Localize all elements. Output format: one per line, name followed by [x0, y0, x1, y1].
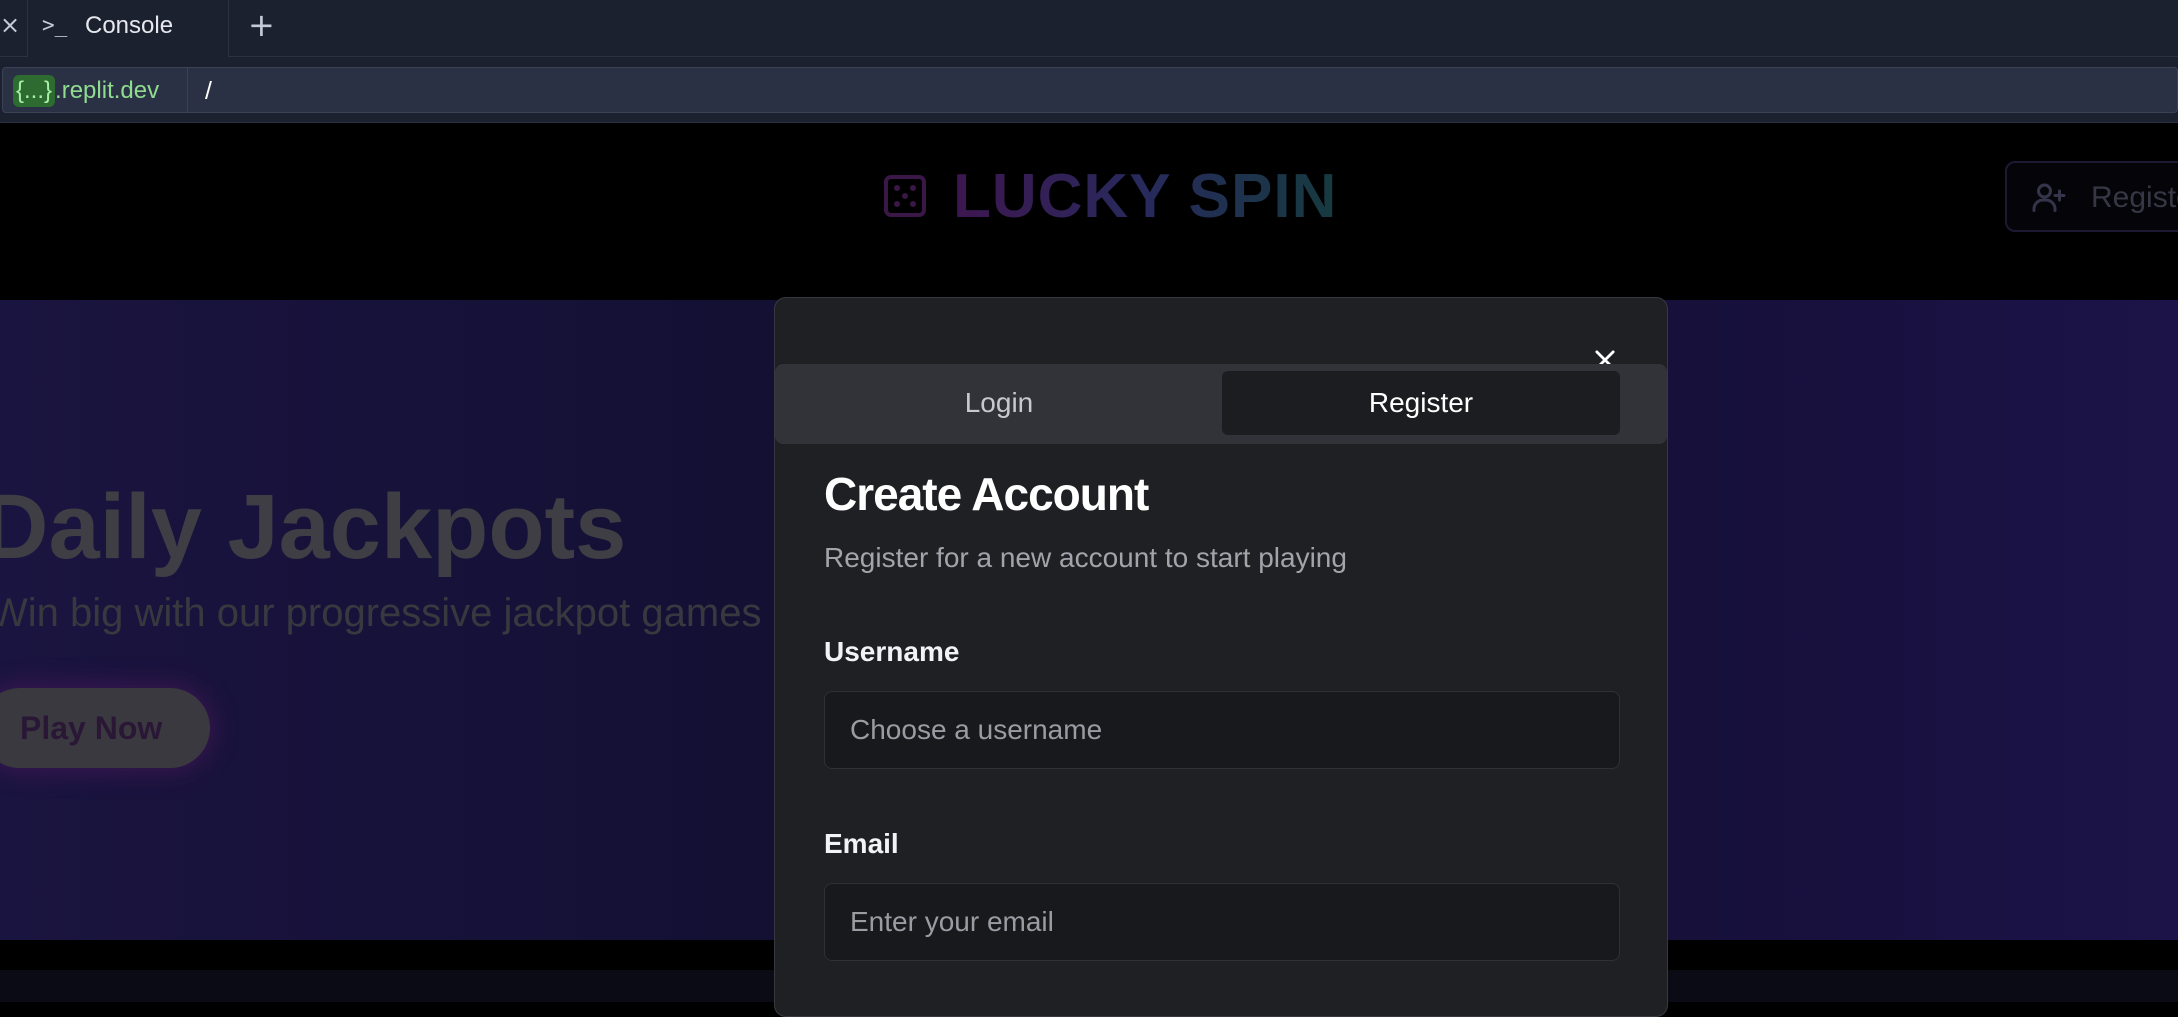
logo-text[interactable]: LUCKY SPIN	[953, 162, 1337, 232]
tab-register[interactable]: Register	[1222, 371, 1620, 435]
browser-tab-bar: × >_ Console +	[0, 0, 2178, 57]
modal-description: Register for a new account to start play…	[824, 542, 1347, 573]
hero-title: Daily Jackpots	[0, 476, 627, 578]
url-path[interactable]: /	[205, 75, 212, 107]
tab-console[interactable]: >_ Console	[27, 0, 229, 57]
url-host: {...} .replit.dev	[13, 75, 159, 107]
username-input[interactable]	[824, 691, 1620, 769]
play-now-button[interactable]: Play Now	[0, 688, 210, 768]
url-badge: {...}	[13, 75, 56, 107]
email-label: Email	[824, 828, 899, 859]
header-register-label: Register	[2091, 181, 2178, 214]
auth-tabs: Login Register	[775, 364, 1667, 444]
header-register-button[interactable]: Register	[2005, 161, 2178, 232]
play-now-label: Play Now	[20, 710, 163, 746]
close-tab-icon[interactable]: ×	[0, 12, 20, 38]
address-bar[interactable]: {...} .replit.dev /	[2, 67, 2178, 113]
auth-modal: Login Register Create Account Register f…	[774, 297, 1668, 1017]
email-input[interactable]	[824, 883, 1620, 961]
username-label: Username	[824, 636, 960, 667]
new-tab-button[interactable]: +	[248, 9, 275, 41]
url-host-suffix: .replit.dev	[55, 77, 160, 104]
tab-login[interactable]: Login	[779, 371, 1219, 435]
app-header: LUCKY SPIN Register	[0, 124, 2178, 300]
url-divider	[187, 68, 188, 112]
terminal-icon: >_	[42, 13, 68, 37]
dice-icon	[884, 175, 926, 217]
address-bar-container: {...} .replit.dev /	[0, 57, 2178, 123]
modal-title: Create Account	[824, 468, 1149, 520]
tab-label: Console	[85, 12, 174, 39]
user-plus-icon	[2032, 183, 2066, 212]
hero-subtitle: Win big with our progressive jackpot gam…	[0, 591, 762, 635]
